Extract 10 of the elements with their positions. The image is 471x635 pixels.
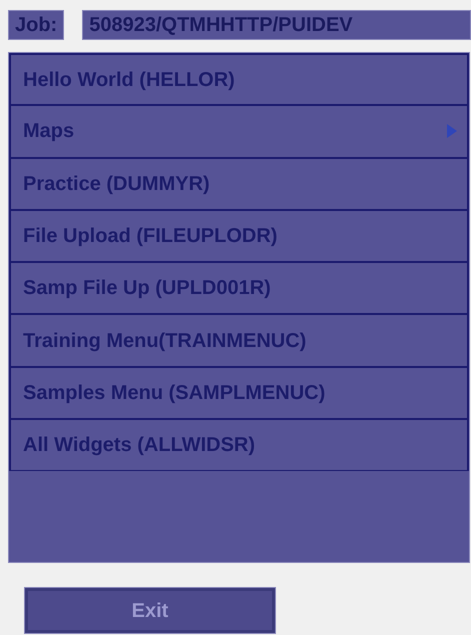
menu-item[interactable]: Samp File Up (UPLD001R) <box>9 262 469 314</box>
menu-item[interactable]: Practice (DUMMYR) <box>9 158 469 210</box>
menu-item[interactable]: All Widgets (ALLWIDSR) <box>9 419 469 472</box>
job-value: 508923/QTMHHTTP/PUIDEV <box>82 10 471 40</box>
menu-item[interactable]: Hello World (HELLOR) <box>9 53 469 106</box>
menu-item[interactable]: File Upload (FILEUPLODR) <box>9 210 469 262</box>
menu-item[interactable]: Samples Menu (SAMPLMENUC) <box>9 366 469 420</box>
menu-item[interactable]: Training Menu(TRAINMENUC) <box>9 314 469 367</box>
menu-item[interactable]: Maps <box>9 105 469 158</box>
job-label: Job: <box>8 10 64 40</box>
